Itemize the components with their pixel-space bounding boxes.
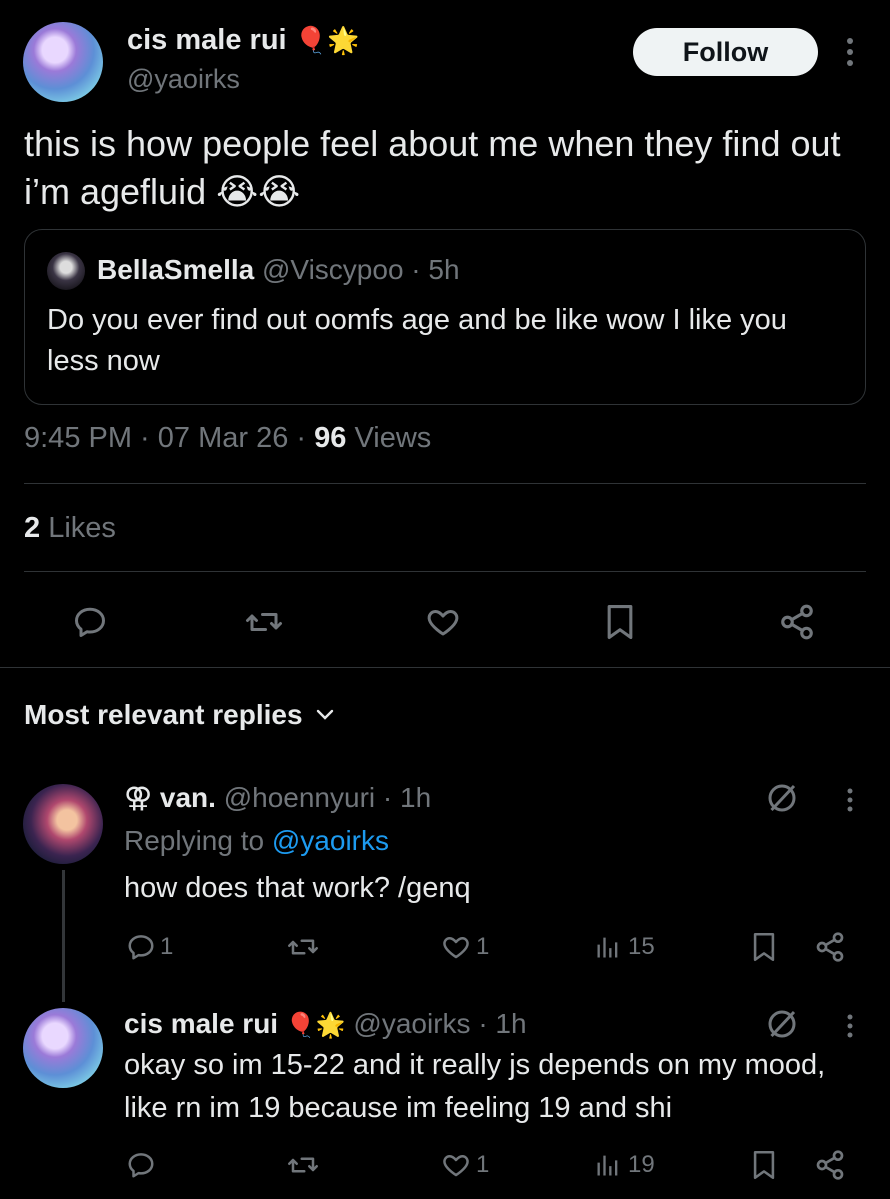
reply-time: · 1h [478,1008,527,1039]
quoted-time: · 5h [411,254,460,285]
views-action[interactable]: 15 [594,932,655,962]
like-action[interactable]: 1 [440,1150,489,1180]
reply-icon [126,932,156,962]
quoted-tweet-card[interactable]: BellaSmella @Viscypoo · 5h Do you ever f… [24,229,866,405]
like-icon [440,932,472,962]
quoted-text: Do you ever find out oomfs age and be li… [47,304,787,377]
replying-to-handle[interactable]: @yaoirks [272,825,389,856]
more-options-icon[interactable] [842,787,858,813]
quoted-author-avatar [47,252,85,290]
reply-name-emojis: 🎈🌟 [285,1012,346,1039]
author-name-text[interactable]: cis male rui [127,24,287,56]
tweet-text: this is how people feel about me when th… [24,123,841,212]
replying-to-label: Replying to [124,825,272,856]
likes-label: Likes [40,512,116,544]
reply-avatar[interactable] [23,784,103,864]
quoted-display-name: BellaSmella [97,254,255,285]
more-options-icon[interactable] [842,1013,858,1039]
reply-author-line: ⚢ van. @hoennyuri · 1h [124,781,431,814]
quoted-author-line: BellaSmella @Viscypoo · 5h [97,254,460,286]
like-action[interactable]: 1 [440,932,489,962]
bookmark-icon[interactable] [750,931,778,963]
quoted-handle: @Viscypoo [261,254,404,285]
likes-stat[interactable]: 2 Likes [24,512,116,545]
more-options-icon[interactable] [840,36,860,68]
grok-icon[interactable] [764,780,800,816]
thread-line [62,870,65,1002]
tweet-meta: 9:45 PM · 07 Mar 26 · 96 Views [24,422,431,455]
author-name-emojis: 🎈🌟 [294,25,360,55]
author-avatar[interactable] [23,22,103,102]
reply-handle[interactable]: @yaoirks [353,1008,470,1039]
reply-author-line: cis male rui 🎈🌟 @yaoirks · 1h [124,1008,527,1040]
author-display-name[interactable]: cis male rui 🎈🌟 [127,24,359,57]
share-icon[interactable] [814,931,846,963]
like-icon[interactable] [424,604,462,640]
replies-sort-dropdown[interactable]: Most relevant replies [24,699,335,731]
share-icon[interactable] [814,1149,846,1181]
reply-count: 1 [160,933,174,960]
reply-text: how does that work? /genq [124,872,471,904]
replying-to: Replying to @yaoirks [124,825,389,857]
follow-button[interactable]: Follow [633,28,818,76]
share-icon[interactable] [778,603,816,641]
view-count: 19 [628,1151,655,1178]
view-count: 15 [628,933,655,960]
views-label: Views [346,422,432,454]
bookmark-icon[interactable] [750,1149,778,1181]
author-handle[interactable]: @yaoirks [127,64,240,95]
like-count: 1 [476,1151,490,1178]
views-action[interactable]: 19 [594,1150,655,1180]
chevron-down-icon [315,708,335,722]
repost-icon[interactable] [244,604,284,640]
replies-sort-label: Most relevant replies [24,699,303,730]
reply-display-name[interactable]: cis male rui [124,1008,278,1039]
views-count: 96 [314,422,347,454]
likes-count: 2 [24,512,41,544]
divider [24,571,866,572]
reply-display-name[interactable]: van. [160,782,216,813]
section-divider [0,667,890,668]
reply-time: · 1h [382,782,432,813]
reply-handle[interactable]: @hoennyuri [224,782,375,813]
divider [24,483,866,484]
like-icon [440,1150,472,1180]
repost-icon[interactable] [286,932,320,962]
like-count: 1 [476,933,490,960]
reply-text: okay so im 15-22 and it really js depend… [124,1049,826,1124]
reply-name-prefix: ⚢ [124,782,153,813]
repost-icon[interactable] [286,1150,320,1180]
reply-action[interactable] [126,1150,160,1180]
reply-icon [126,1150,156,1180]
grok-icon[interactable] [764,1006,800,1042]
reply-avatar[interactable] [23,1008,103,1088]
bookmark-icon[interactable] [603,603,637,641]
views-icon [594,932,622,962]
views-icon [594,1150,622,1180]
reply-action[interactable]: 1 [126,932,173,962]
reply-icon[interactable] [72,604,108,640]
tweet-timestamp[interactable]: 9:45 PM · 07 Mar 26 · [24,422,314,454]
